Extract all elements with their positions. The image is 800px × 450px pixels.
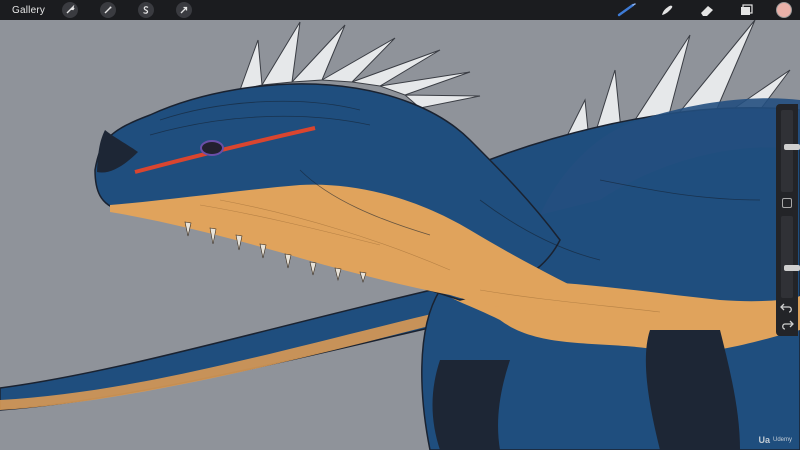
redo-icon[interactable] — [780, 319, 794, 331]
udemy-watermark: Ua Udemy — [758, 435, 792, 445]
eraser-tool-button[interactable] — [696, 1, 718, 19]
drawing-canvas[interactable] — [0, 0, 800, 450]
layers-icon — [741, 4, 753, 15]
smudge-tool-button[interactable] — [656, 1, 678, 19]
active-color-swatch[interactable] — [776, 2, 792, 18]
transform-button[interactable] — [173, 1, 195, 19]
watermark-word: Udemy — [772, 437, 792, 443]
brush-tool-button[interactable] — [616, 1, 638, 19]
gallery-button[interactable]: Gallery — [12, 5, 45, 16]
opacity-slider[interactable] — [781, 216, 800, 298]
selection-button[interactable] — [135, 1, 157, 19]
adjustments-button[interactable] — [97, 1, 119, 19]
modify-button[interactable] — [782, 198, 792, 208]
brush-icon — [617, 3, 636, 17]
brush-size-slider[interactable] — [781, 110, 800, 192]
selection-s-icon — [138, 2, 155, 18]
opacity-thumb[interactable] — [784, 265, 800, 272]
sidebar — [776, 104, 800, 336]
wrench-icon — [62, 2, 79, 18]
layers-button[interactable] — [736, 1, 758, 19]
watermark-mark: Ua — [758, 435, 770, 445]
magic-wand-icon — [100, 2, 117, 18]
actions-button[interactable] — [59, 1, 81, 19]
brush-size-thumb[interactable] — [784, 144, 800, 151]
dragon-artwork — [0, 0, 800, 450]
toolbar-right — [598, 0, 800, 20]
eraser-icon — [701, 6, 713, 16]
arrow-cursor-icon — [176, 2, 193, 18]
top-toolbar: Gallery — [0, 0, 800, 20]
smudge-icon — [662, 5, 673, 15]
undo-icon[interactable] — [780, 302, 794, 314]
